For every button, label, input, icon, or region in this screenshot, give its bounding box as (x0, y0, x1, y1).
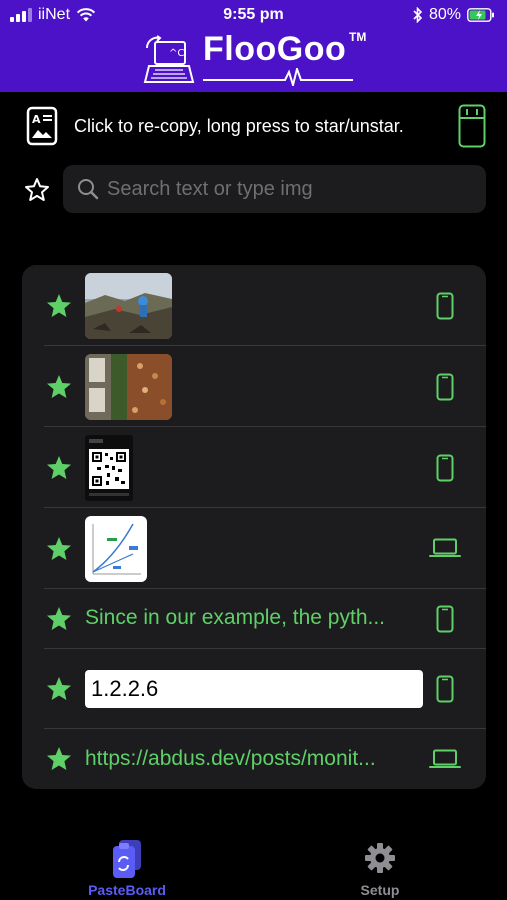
star-filled-icon[interactable] (46, 676, 72, 702)
clip-document-icon[interactable]: A (26, 106, 58, 146)
star-filled-icon[interactable] (46, 746, 72, 772)
list-item[interactable] (22, 508, 486, 589)
status-right: 80% (413, 6, 495, 24)
star-filled-icon[interactable] (46, 606, 72, 632)
laptop-clipboard-logo-icon: ^C (143, 35, 195, 83)
brand-name: FlooGoo (203, 30, 347, 68)
clip-text: Since in our example, the pyth... (85, 606, 385, 629)
laptop-icon (429, 749, 461, 768)
clip-image-thumbnail (85, 435, 133, 501)
phone-icon (436, 605, 454, 633)
tab-label: PasteBoard (88, 882, 166, 898)
star-filled-icon[interactable] (46, 293, 72, 319)
bluetooth-icon (413, 7, 423, 23)
search-bar[interactable] (63, 165, 486, 213)
gear-icon (365, 843, 395, 873)
laptop-icon (429, 538, 461, 557)
clip-list: Since in our example, the pyth... 1.2.2.… (22, 265, 486, 789)
battery-percent: 80% (428, 6, 461, 23)
tab-bar: PasteBoard Setup (0, 830, 507, 900)
list-item[interactable] (22, 427, 486, 508)
battery-charging-icon (467, 8, 494, 22)
tab-setup[interactable]: Setup (320, 830, 440, 900)
hint-row: A Click to re-copy, long press to star/u… (0, 100, 507, 156)
tab-pasteboard[interactable]: PasteBoard (67, 830, 187, 900)
svg-text:A: A (32, 113, 41, 126)
search-icon (78, 179, 99, 200)
device-filter-icon[interactable] (458, 104, 486, 148)
list-item[interactable] (22, 346, 486, 427)
tab-label: Setup (360, 882, 400, 898)
list-item[interactable] (22, 265, 486, 346)
list-item[interactable]: Since in our example, the pyth... (22, 589, 486, 649)
phone-icon (436, 292, 454, 320)
search-input[interactable] (107, 165, 477, 213)
svg-text:^C: ^C (169, 48, 184, 59)
star-filter-icon[interactable] (24, 177, 50, 203)
brand: ^C FlooGoo TM (143, 30, 373, 88)
phone-icon (436, 454, 454, 482)
phone-icon (436, 373, 454, 401)
list-item[interactable]: 1.2.2.6 (22, 649, 486, 729)
pulse-underline-icon (203, 68, 353, 86)
clip-image-thumbnail (85, 354, 172, 420)
list-item[interactable]: https://abdus.dev/posts/monit... (22, 729, 486, 789)
status-bar: iiNet 9:55 pm 80% (0, 0, 507, 30)
app-header: iiNet 9:55 pm 80% ^C FlooGoo TM (0, 0, 507, 92)
phone-icon (436, 675, 454, 703)
hint-text: Click to re-copy, long press to star/uns… (74, 116, 404, 136)
star-filled-icon[interactable] (46, 536, 72, 562)
clip-text-box: 1.2.2.6 (85, 670, 423, 708)
pasteboard-icon (113, 840, 141, 878)
star-filled-icon[interactable] (46, 455, 72, 481)
clip-text: https://abdus.dev/posts/monit... (85, 747, 376, 770)
star-filled-icon[interactable] (46, 374, 72, 400)
brand-trademark: TM (349, 30, 367, 44)
clip-image-thumbnail (85, 516, 147, 582)
clip-image-thumbnail (85, 273, 172, 339)
